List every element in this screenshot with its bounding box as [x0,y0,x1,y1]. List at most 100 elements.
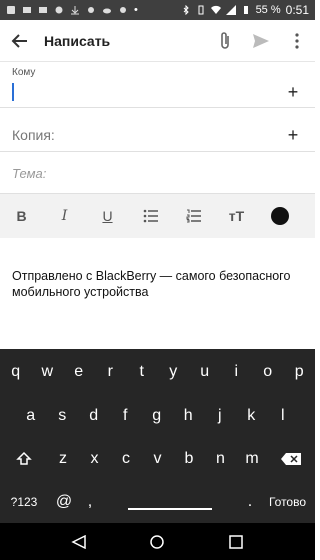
key-x[interactable]: x [79,442,111,476]
key-w[interactable]: w [32,355,64,389]
navigation-bar [0,523,315,560]
key-n[interactable]: n [205,442,237,476]
keyboard-row-2: asdfghjkl [0,399,315,433]
comma-key[interactable]: , [80,485,100,519]
bullet-list-button[interactable] [129,194,172,238]
app-bar: Написать [0,20,315,62]
home-button[interactable] [145,530,169,554]
keyboard-row-1: qwertyuiop [0,355,315,389]
recents-button[interactable] [224,530,248,554]
image-icon [23,7,31,13]
key-g[interactable]: g [141,399,173,433]
bluetooth-icon [183,5,189,15]
color-swatch [270,207,289,225]
back-button[interactable] [0,20,40,62]
key-i[interactable]: i [221,355,253,389]
key-d[interactable]: d [78,399,110,433]
shift-key[interactable] [0,442,47,476]
more-notifications-icon: • [134,4,138,16]
key-e[interactable]: e [63,355,95,389]
key-m[interactable]: m [236,442,268,476]
numbered-list-button[interactable] [172,194,215,238]
overflow-menu-button[interactable] [279,20,315,62]
underline-button[interactable]: U [86,194,129,238]
text-cursor [12,83,14,101]
add-cc-button[interactable]: + [281,123,305,147]
message-body[interactable]: Отправлено с BlackBerry — самого безопас… [12,268,302,300]
battery-percent: 55 % [255,4,281,16]
download-icon [71,6,79,15]
key-q[interactable]: q [0,355,32,389]
numbered-list-icon [186,209,201,223]
battery-icon [243,6,248,14]
key-z[interactable]: z [47,442,79,476]
at-key[interactable]: @ [48,485,80,519]
back-nav-button[interactable] [67,530,91,554]
app-bar-actions [207,20,315,62]
key-b[interactable]: b [173,442,205,476]
subject-placeholder: Тема: [12,166,47,181]
key-t[interactable]: t [126,355,158,389]
delete-key[interactable] [268,442,315,476]
settings-icon [120,7,126,13]
key-y[interactable]: y [158,355,190,389]
space-key[interactable] [100,485,240,519]
text-color-button[interactable] [258,194,301,238]
square-recents-icon [229,534,243,549]
paperclip-icon [221,31,229,49]
triangle-back-icon [71,534,86,549]
key-f[interactable]: f [110,399,142,433]
usb-icon [88,7,94,13]
italic-button[interactable]: I [43,194,86,238]
key-r[interactable]: r [95,355,127,389]
add-recipient-button[interactable]: + [281,80,305,104]
subject-field[interactable]: Тема: [0,152,315,194]
signal-icon [225,5,236,15]
send-button[interactable] [243,20,279,62]
symbols-key[interactable]: ?123 [0,485,48,519]
bold-button[interactable]: B [0,194,43,238]
text-size-button[interactable]: тТ [215,194,258,238]
backspace-icon [281,453,302,465]
cloud-icon [103,8,111,14]
letter-keys: zxcvbnm [47,442,268,476]
page-title: Написать [44,32,111,49]
key-c[interactable]: c [110,442,142,476]
key-a[interactable]: a [15,399,47,433]
bullet-list-icon [143,209,158,223]
key-j[interactable]: j [204,399,236,433]
key-p[interactable]: p [284,355,316,389]
keyboard-row-3: zxcvbnm [0,442,315,476]
key-k[interactable]: k [236,399,268,433]
done-key[interactable]: Готово [260,485,315,519]
clock: 0:51 [285,3,309,17]
wifi-icon [210,5,221,15]
more-vert-icon [295,32,299,49]
key-l[interactable]: l [267,399,299,433]
key-o[interactable]: o [252,355,284,389]
keyboard: qwertyuiop asdfghjkl zxcvbnm ?123 @ , . … [0,349,315,523]
key-s[interactable]: s [47,399,79,433]
space-bar-line [128,508,212,510]
sms-icon [7,6,15,14]
vibrate-icon [198,5,204,15]
status-bar: • 55 % 0:51 [0,0,315,20]
cc-label: Копия: [12,127,55,143]
blackberry-icon [55,6,63,14]
format-toolbar: B I U тТ [0,194,315,238]
to-field[interactable]: Кому + [0,62,315,108]
cc-field[interactable]: Копия: + [0,108,315,152]
shift-icon [15,451,32,465]
system-icons: 55 % 0:51 [181,3,309,17]
mail-icon [39,7,47,13]
arrow-back-icon [11,33,27,48]
key-u[interactable]: u [189,355,221,389]
key-v[interactable]: v [142,442,174,476]
send-icon [253,33,269,48]
attach-button[interactable] [207,20,243,62]
period-key[interactable]: . [240,485,260,519]
key-h[interactable]: h [173,399,205,433]
circle-home-icon [150,534,165,549]
keyboard-row-4: ?123 @ , . Готово [0,485,315,519]
notification-icons: • [6,4,138,16]
